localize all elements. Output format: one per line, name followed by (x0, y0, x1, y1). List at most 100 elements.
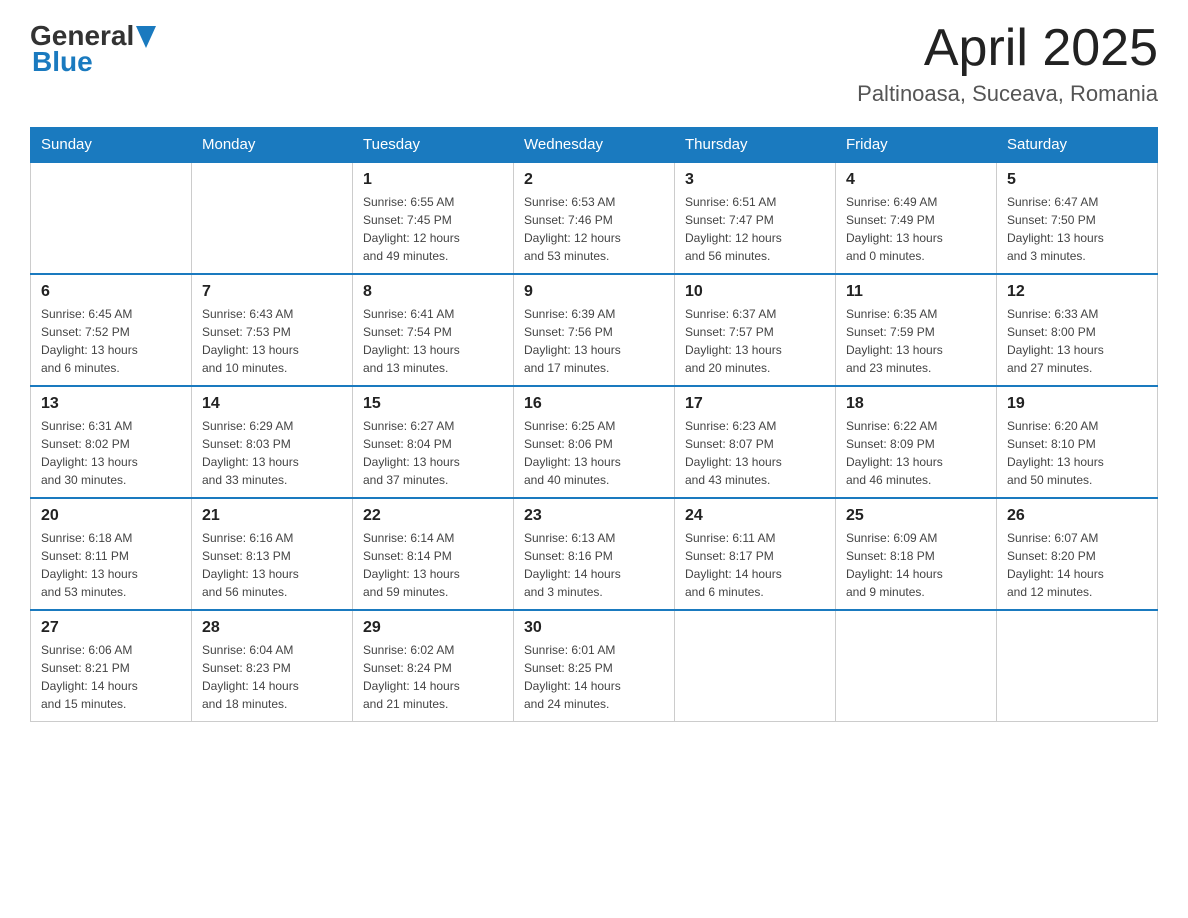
day-number: 26 (1007, 507, 1147, 525)
day-info: Sunrise: 6:01 AM Sunset: 8:25 PM Dayligh… (524, 641, 664, 713)
day-info: Sunrise: 6:06 AM Sunset: 8:21 PM Dayligh… (41, 641, 181, 713)
calendar-cell (31, 162, 192, 274)
day-number: 30 (524, 619, 664, 637)
day-info: Sunrise: 6:53 AM Sunset: 7:46 PM Dayligh… (524, 193, 664, 265)
calendar-cell: 21 Sunrise: 6:16 AM Sunset: 8:13 PM Dayli… (192, 498, 353, 610)
day-number: 6 (41, 283, 181, 301)
day-number: 21 (202, 507, 342, 525)
calendar-week-row: 20Sunrise: 6:18 AM Sunset: 8:11 PM Dayli… (31, 498, 1158, 610)
calendar-cell: 25 Sunrise: 6:09 AM Sunset: 8:18 PM Dayli… (836, 498, 997, 610)
day-number: 3 (685, 171, 825, 189)
calendar-week-row: 6 Sunrise: 6:45 AM Sunset: 7:52 PM Daylig… (31, 274, 1158, 386)
calendar-cell: 20Sunrise: 6:18 AM Sunset: 8:11 PM Dayli… (31, 498, 192, 610)
calendar-cell: 12Sunrise: 6:33 AM Sunset: 8:00 PM Dayli… (997, 274, 1158, 386)
calendar-cell: 4 Sunrise: 6:49 AM Sunset: 7:49 PM Daylig… (836, 162, 997, 274)
calendar-cell: 19 Sunrise: 6:20 AM Sunset: 8:10 PM Dayli… (997, 386, 1158, 498)
day-number: 4 (846, 171, 986, 189)
day-info: Sunrise: 6:49 AM Sunset: 7:49 PM Dayligh… (846, 193, 986, 265)
day-number: 15 (363, 395, 503, 413)
day-info: Sunrise: 6:20 AM Sunset: 8:10 PM Dayligh… (1007, 417, 1147, 489)
day-number: 13 (41, 395, 181, 413)
day-info: Sunrise: 6:55 AM Sunset: 7:45 PM Dayligh… (363, 193, 503, 265)
day-number: 27 (41, 619, 181, 637)
logo: General Blue (30, 20, 156, 78)
day-info: Sunrise: 6:02 AM Sunset: 8:24 PM Dayligh… (363, 641, 503, 713)
calendar-cell: 7 Sunrise: 6:43 AM Sunset: 7:53 PM Daylig… (192, 274, 353, 386)
day-info: Sunrise: 6:47 AM Sunset: 7:50 PM Dayligh… (1007, 193, 1147, 265)
day-number: 25 (846, 507, 986, 525)
day-info: Sunrise: 6:41 AM Sunset: 7:54 PM Dayligh… (363, 305, 503, 377)
day-number: 12 (1007, 283, 1147, 301)
day-info: Sunrise: 6:29 AM Sunset: 8:03 PM Dayligh… (202, 417, 342, 489)
calendar-cell: 22Sunrise: 6:14 AM Sunset: 8:14 PM Dayli… (353, 498, 514, 610)
day-number: 7 (202, 283, 342, 301)
calendar-cell: 10 Sunrise: 6:37 AM Sunset: 7:57 PM Dayli… (675, 274, 836, 386)
day-info: Sunrise: 6:31 AM Sunset: 8:02 PM Dayligh… (41, 417, 181, 489)
day-info: Sunrise: 6:25 AM Sunset: 8:06 PM Dayligh… (524, 417, 664, 489)
calendar-body: 1 Sunrise: 6:55 AM Sunset: 7:45 PM Daylig… (31, 162, 1158, 722)
logo-blue-text: Blue (32, 46, 93, 78)
day-info: Sunrise: 6:39 AM Sunset: 7:56 PM Dayligh… (524, 305, 664, 377)
day-info: Sunrise: 6:16 AM Sunset: 8:13 PM Dayligh… (202, 529, 342, 601)
weekday-header-tuesday: Tuesday (353, 128, 514, 163)
title-block: April 2025 Paltinoasa, Suceava, Romania (857, 20, 1158, 107)
day-info: Sunrise: 6:11 AM Sunset: 8:17 PM Dayligh… (685, 529, 825, 601)
calendar-cell (192, 162, 353, 274)
calendar-cell: 16 Sunrise: 6:25 AM Sunset: 8:06 PM Dayli… (514, 386, 675, 498)
day-number: 10 (685, 283, 825, 301)
day-info: Sunrise: 6:07 AM Sunset: 8:20 PM Dayligh… (1007, 529, 1147, 601)
day-info: Sunrise: 6:35 AM Sunset: 7:59 PM Dayligh… (846, 305, 986, 377)
day-info: Sunrise: 6:22 AM Sunset: 8:09 PM Dayligh… (846, 417, 986, 489)
calendar-cell: 23 Sunrise: 6:13 AM Sunset: 8:16 PM Dayli… (514, 498, 675, 610)
calendar-cell (997, 610, 1158, 722)
weekday-header-saturday: Saturday (997, 128, 1158, 163)
calendar-cell: 24 Sunrise: 6:11 AM Sunset: 8:17 PM Dayli… (675, 498, 836, 610)
calendar-table: SundayMondayTuesdayWednesdayThursdayFrid… (30, 127, 1158, 722)
weekday-header-thursday: Thursday (675, 128, 836, 163)
calendar-cell: 17Sunrise: 6:23 AM Sunset: 8:07 PM Dayli… (675, 386, 836, 498)
calendar-cell (675, 610, 836, 722)
day-info: Sunrise: 6:43 AM Sunset: 7:53 PM Dayligh… (202, 305, 342, 377)
day-number: 29 (363, 619, 503, 637)
calendar-cell: 14Sunrise: 6:29 AM Sunset: 8:03 PM Dayli… (192, 386, 353, 498)
day-number: 19 (1007, 395, 1147, 413)
calendar-cell: 26 Sunrise: 6:07 AM Sunset: 8:20 PM Dayli… (997, 498, 1158, 610)
calendar-cell: 6 Sunrise: 6:45 AM Sunset: 7:52 PM Daylig… (31, 274, 192, 386)
day-info: Sunrise: 6:18 AM Sunset: 8:11 PM Dayligh… (41, 529, 181, 601)
calendar-cell: 11 Sunrise: 6:35 AM Sunset: 7:59 PM Dayli… (836, 274, 997, 386)
day-info: Sunrise: 6:37 AM Sunset: 7:57 PM Dayligh… (685, 305, 825, 377)
calendar-cell: 2Sunrise: 6:53 AM Sunset: 7:46 PM Daylig… (514, 162, 675, 274)
day-info: Sunrise: 6:45 AM Sunset: 7:52 PM Dayligh… (41, 305, 181, 377)
location-title: Paltinoasa, Suceava, Romania (857, 81, 1158, 107)
calendar-week-row: 27 Sunrise: 6:06 AM Sunset: 8:21 PM Dayli… (31, 610, 1158, 722)
day-info: Sunrise: 6:51 AM Sunset: 7:47 PM Dayligh… (685, 193, 825, 265)
day-number: 18 (846, 395, 986, 413)
day-info: Sunrise: 6:27 AM Sunset: 8:04 PM Dayligh… (363, 417, 503, 489)
weekday-header-monday: Monday (192, 128, 353, 163)
day-number: 24 (685, 507, 825, 525)
calendar-cell: 3 Sunrise: 6:51 AM Sunset: 7:47 PM Daylig… (675, 162, 836, 274)
day-number: 16 (524, 395, 664, 413)
day-number: 23 (524, 507, 664, 525)
weekday-header-wednesday: Wednesday (514, 128, 675, 163)
calendar-week-row: 13 Sunrise: 6:31 AM Sunset: 8:02 PM Dayli… (31, 386, 1158, 498)
month-title: April 2025 (857, 20, 1158, 77)
logo-triangle-icon (136, 26, 156, 48)
day-number: 9 (524, 283, 664, 301)
calendar-cell: 30 Sunrise: 6:01 AM Sunset: 8:25 PM Dayli… (514, 610, 675, 722)
calendar-cell: 29 Sunrise: 6:02 AM Sunset: 8:24 PM Dayli… (353, 610, 514, 722)
calendar-cell: 9 Sunrise: 6:39 AM Sunset: 7:56 PM Daylig… (514, 274, 675, 386)
calendar-cell: 28Sunrise: 6:04 AM Sunset: 8:23 PM Dayli… (192, 610, 353, 722)
day-info: Sunrise: 6:09 AM Sunset: 8:18 PM Dayligh… (846, 529, 986, 601)
day-number: 22 (363, 507, 503, 525)
calendar-cell: 8Sunrise: 6:41 AM Sunset: 7:54 PM Daylig… (353, 274, 514, 386)
calendar-cell: 5 Sunrise: 6:47 AM Sunset: 7:50 PM Daylig… (997, 162, 1158, 274)
day-number: 11 (846, 283, 986, 301)
day-info: Sunrise: 6:13 AM Sunset: 8:16 PM Dayligh… (524, 529, 664, 601)
weekday-header-row: SundayMondayTuesdayWednesdayThursdayFrid… (31, 128, 1158, 163)
day-number: 28 (202, 619, 342, 637)
calendar-week-row: 1 Sunrise: 6:55 AM Sunset: 7:45 PM Daylig… (31, 162, 1158, 274)
day-number: 5 (1007, 171, 1147, 189)
day-number: 1 (363, 171, 503, 189)
calendar-cell: 13 Sunrise: 6:31 AM Sunset: 8:02 PM Dayli… (31, 386, 192, 498)
